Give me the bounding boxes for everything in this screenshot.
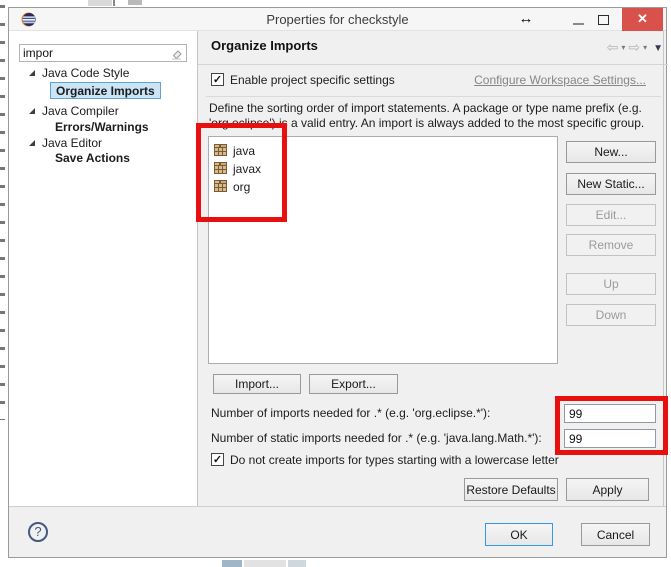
imports-needed-label: Number of imports needed for .* (e.g. 'o… (211, 406, 490, 420)
enable-project-settings-label: Enable project specific settings (230, 73, 395, 87)
list-item[interactable]: java (209, 142, 557, 160)
group-name: java (233, 144, 255, 158)
background-fragment (113, 0, 115, 6)
lowercase-types-checkbox[interactable]: ✓ (211, 453, 224, 466)
background-fragment (88, 0, 112, 6)
background-fragment (288, 560, 306, 567)
group-name: org (233, 180, 250, 194)
properties-dialog: Properties for checkstyle ↔ ✕ Java Code … (8, 7, 667, 558)
sidebar-item-organize-imports[interactable]: Organize Imports (9, 83, 197, 99)
forward-icon[interactable]: ⇨ (628, 39, 640, 55)
description-text: Define the sorting order of import state… (209, 101, 665, 131)
close-button[interactable]: ✕ (622, 8, 663, 31)
sidebar-item-label: Java Code Style (42, 65, 129, 81)
enable-project-settings-row[interactable]: ✓ Enable project specific settings (211, 71, 395, 87)
ok-button[interactable]: OK (485, 523, 553, 546)
package-icon (214, 144, 228, 157)
static-imports-needed-field[interactable] (564, 429, 656, 448)
sidebar-item-label: Organize Imports (50, 82, 161, 99)
imports-needed-input[interactable] (565, 405, 655, 422)
page-title: Organize Imports (211, 38, 318, 53)
imports-needed-field[interactable] (564, 404, 656, 423)
static-imports-needed-label: Number of static imports needed for .* (… (211, 431, 542, 445)
configure-workspace-settings-link[interactable]: Configure Workspace Settings... (474, 73, 646, 87)
lowercase-types-label: Do not create imports for types starting… (230, 453, 559, 467)
resize-icon[interactable]: ↔ (514, 8, 538, 30)
list-item[interactable]: javax (209, 160, 557, 178)
footer-separator (9, 506, 666, 507)
list-item[interactable]: org (209, 178, 557, 196)
sidebar-item-label: Errors/Warnings (55, 119, 149, 135)
up-button[interactable]: Up (566, 273, 656, 295)
sidebar-item-java-editor[interactable]: Java Editor (9, 135, 197, 151)
static-imports-needed-input[interactable] (565, 430, 655, 447)
header-separator (198, 64, 668, 65)
apply-button[interactable]: Apply (566, 478, 649, 501)
export-button[interactable]: Export... (309, 374, 398, 394)
tree-expanded-icon[interactable] (29, 108, 35, 114)
title-bar[interactable]: Properties for checkstyle ↔ ✕ (9, 8, 666, 31)
header-nav: ⇦▾⇨▾▼ (585, 39, 663, 56)
down-button[interactable]: Down (566, 304, 656, 326)
filter-input[interactable] (23, 46, 163, 60)
maximize-button[interactable] (598, 15, 609, 25)
view-menu-icon[interactable]: ▼ (653, 43, 663, 54)
lowercase-types-row[interactable]: ✓ Do not create imports for types startin… (211, 451, 559, 467)
section-separator (206, 96, 661, 97)
background-fragment (128, 0, 142, 5)
package-icon (214, 162, 228, 175)
sidebar-item-label: Java Compiler (42, 103, 119, 119)
remove-button[interactable]: Remove (566, 234, 656, 256)
edit-button[interactable]: Edit... (566, 204, 656, 226)
group-name: javax (233, 162, 261, 176)
new-button[interactable]: New... (566, 141, 656, 163)
import-groups-list[interactable]: java javax org (208, 136, 558, 364)
sidebar-item-label: Save Actions (55, 150, 130, 166)
sidebar-item-save-actions[interactable]: Save Actions (9, 150, 197, 166)
tree-expanded-icon[interactable] (29, 70, 35, 76)
tree-expanded-icon[interactable] (29, 140, 35, 146)
enable-project-settings-checkbox[interactable]: ✓ (211, 73, 224, 86)
sidebar-item-java-code-style[interactable]: Java Code Style (9, 65, 197, 81)
sidebar-item-errors-warnings[interactable]: Errors/Warnings (9, 119, 197, 135)
background-fragment (222, 560, 242, 567)
background-fragment (244, 560, 286, 567)
help-icon[interactable]: ? (28, 522, 48, 542)
restore-defaults-button[interactable]: Restore Defaults (464, 478, 558, 501)
preferences-sidebar: Java Code Style Organize Imports Java Co… (9, 31, 198, 506)
window-title: Properties for checkstyle (9, 8, 666, 31)
minimize-button[interactable] (573, 23, 584, 25)
cancel-button[interactable]: Cancel (581, 523, 650, 546)
clear-filter-icon[interactable] (170, 47, 183, 63)
filter-field[interactable] (19, 44, 187, 62)
sidebar-item-label: Java Editor (42, 135, 102, 151)
background-fragment (0, 0, 5, 420)
package-icon (214, 180, 228, 193)
import-button[interactable]: Import... (213, 374, 301, 394)
back-icon[interactable]: ⇦ (607, 39, 619, 55)
forward-menu-icon[interactable]: ▾ (643, 43, 647, 52)
new-static-button[interactable]: New Static... (566, 173, 656, 195)
sidebar-item-java-compiler[interactable]: Java Compiler (9, 103, 197, 119)
back-menu-icon[interactable]: ▾ (621, 43, 625, 52)
